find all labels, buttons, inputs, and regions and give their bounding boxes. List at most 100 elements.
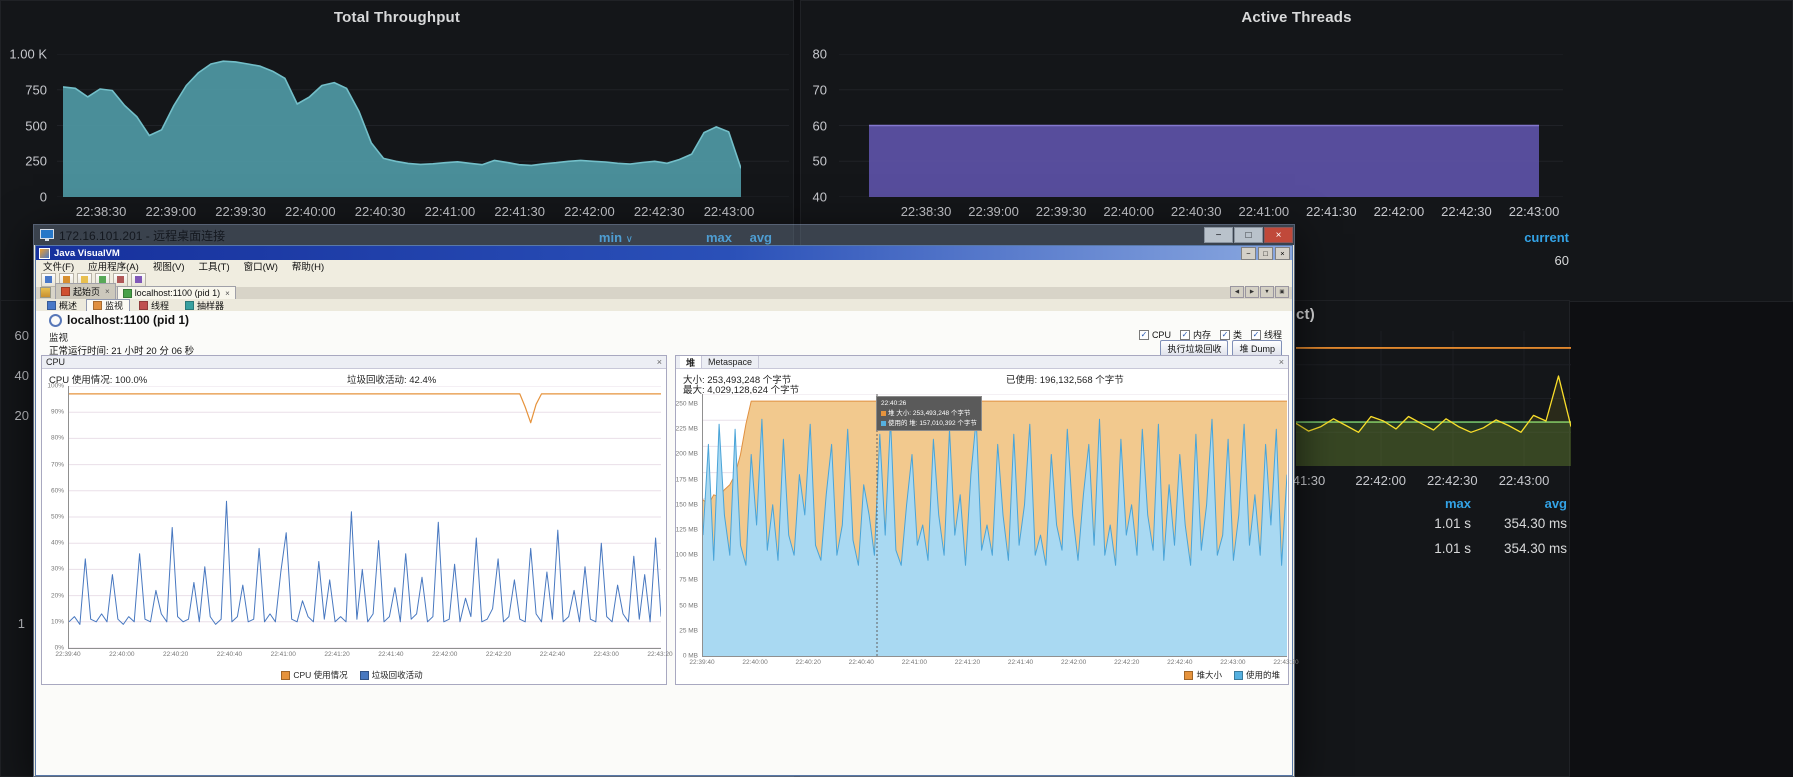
y-tick-label: 70 <box>813 82 827 97</box>
maximize-button[interactable]: □ <box>1258 247 1273 260</box>
panel-title[interactable]: Total Throughput <box>1 9 793 26</box>
heap-area-chart[interactable] <box>702 394 1287 657</box>
metric-checkbox[interactable]: ✓CPU <box>1139 330 1171 340</box>
rdp-window[interactable]: 172.16.101.201 - 远程桌面连接 − □ × Java Visua… <box>33 224 1295 777</box>
legend-swatch-icon <box>881 421 886 426</box>
y-tick-label: 80 <box>813 47 827 62</box>
legend-swatch-icon <box>881 411 886 416</box>
legend-swatch-icon <box>360 671 369 680</box>
legend-max-header[interactable]: max <box>1396 496 1471 511</box>
tab-icon <box>61 287 70 296</box>
cpu-line-chart[interactable] <box>68 386 661 649</box>
close-icon[interactable]: × <box>1279 357 1284 367</box>
close-button[interactable]: × <box>1264 227 1293 243</box>
application-icon <box>49 314 62 327</box>
legend-item: CPU 使用情况 <box>281 669 347 681</box>
y-tick-label: 175 MB <box>676 476 698 483</box>
x-tick-label: 22:43:00 <box>1220 659 1245 666</box>
y-tick-label: 30% <box>51 566 64 573</box>
tab-close-icon[interactable]: × <box>105 287 110 296</box>
minimize-button[interactable]: − <box>1204 227 1233 243</box>
menu-item[interactable]: 应用程序(A) <box>81 259 146 273</box>
y-tick-label: 70% <box>51 461 64 468</box>
rdp-titlebar[interactable]: 172.16.101.201 - 远程桌面连接 − □ × <box>34 225 1294 245</box>
tooltip-size-row: 堆 大小: 253,493,248 个字节 <box>881 409 977 419</box>
legend-current-header[interactable]: current <box>1491 230 1569 245</box>
legend-item: 使用的堆 <box>1234 669 1280 681</box>
throughput-area-chart[interactable] <box>63 54 741 197</box>
heap-panel-tab[interactable]: Metaspace <box>702 356 759 368</box>
legend-item: 垃圾回收活动 <box>360 669 423 681</box>
menu-item[interactable]: 视图(V) <box>146 259 192 273</box>
menu-item[interactable]: 帮助(H) <box>285 259 331 273</box>
menu-item[interactable]: 文件(F) <box>36 259 81 273</box>
document-tab[interactable]: 起始页× <box>55 283 116 299</box>
rdp-window-title: 172.16.101.201 - 远程桌面连接 <box>59 227 1204 244</box>
legend-item: 堆大小 <box>1184 669 1222 681</box>
subtab[interactable]: 监视 <box>86 299 130 312</box>
x-tick-label: 22:43:00 <box>1499 473 1550 488</box>
heap-chart-panel: 堆Metaspace × 大小: 253,493,248 个字节 最大: 4,0… <box>675 355 1289 685</box>
subtab[interactable]: 线程 <box>132 299 176 312</box>
minimize-button[interactable]: − <box>1241 247 1256 260</box>
x-axis: 22:38:3022:39:0022:39:3022:40:0022:40:30… <box>926 204 1534 220</box>
tab-close-icon[interactable]: × <box>225 289 230 298</box>
x-tick-label: 22:39:30 <box>215 204 266 219</box>
tooltip-used-row: 使用的 堆: 157,010,392 个字节 <box>881 419 977 429</box>
latency-line-chart[interactable] <box>1296 331 1571 466</box>
menu-item[interactable]: 工具(T) <box>191 259 236 273</box>
visualvm-icon <box>39 248 50 259</box>
scroll-right-icon[interactable]: ▶ <box>1245 286 1259 298</box>
panel-title[interactable]: Active Threads <box>801 9 1792 26</box>
heap-panel-tab[interactable]: 堆 <box>680 356 702 368</box>
maximize-button[interactable]: □ <box>1234 227 1263 243</box>
checkbox-icon: ✓ <box>1180 330 1190 340</box>
documents-icon <box>40 287 51 298</box>
export-icon <box>99 276 106 283</box>
x-tick-label: 22:41:20 <box>955 659 980 666</box>
document-tab[interactable]: localhost:1100 (pid 1)× <box>117 286 236 299</box>
subtab[interactable]: 概述 <box>40 299 84 312</box>
scroll-left-icon[interactable]: ◀ <box>1230 286 1244 298</box>
panel-title-fragment[interactable]: ct) <box>1296 306 1326 323</box>
close-button[interactable]: × <box>1275 247 1290 260</box>
maximize-view-icon[interactable]: ▣ <box>1275 286 1289 298</box>
application-name: localhost:1100 (pid 1) <box>67 313 189 327</box>
menu-item[interactable]: 窗口(W) <box>237 259 285 273</box>
legend-swatch-icon <box>1234 671 1243 680</box>
subtab-icon <box>185 301 194 310</box>
monitor-page: localhost:1100 (pid 1) 监视 ✓CPU✓内存✓类✓线程 正… <box>36 311 1292 775</box>
subtab-label: 监视 <box>105 299 123 312</box>
tabs: 起始页×localhost:1100 (pid 1)× <box>55 283 237 299</box>
tab-bar: 起始页×localhost:1100 (pid 1)× ◀▶▼▣ <box>36 287 1292 299</box>
gc-activity-stat: 垃圾回收活动: 42.4% <box>347 372 436 386</box>
tab-nav-buttons: ◀▶▼▣ <box>1230 286 1289 298</box>
x-tick-label: 22:42:30 <box>634 204 685 219</box>
x-tick-label: 22:42:20 <box>1114 659 1139 666</box>
y-axis: 1.00 K7505002500 <box>1 54 51 197</box>
threads-area-chart[interactable] <box>869 54 1539 197</box>
legend-avg-header[interactable]: avg <box>1491 496 1567 511</box>
close-icon[interactable]: × <box>657 357 662 367</box>
x-tick-label: 22:39:40 <box>55 651 80 658</box>
visualvm-titlebar[interactable]: Java VisualVM − □ × <box>36 246 1292 260</box>
tab-dropdown-icon[interactable]: ▼ <box>1260 286 1274 298</box>
x-tick-label: 22:40:00 <box>285 204 336 219</box>
cpu-panel-header[interactable]: CPU × <box>42 356 666 369</box>
subtab-label: 线程 <box>151 299 169 312</box>
y-tick-label: 25 MB <box>679 627 698 634</box>
x-tick-label: 22:42:00 <box>1374 204 1425 219</box>
application-heading: localhost:1100 (pid 1) <box>49 313 189 327</box>
y-tick-label: 75 MB <box>679 577 698 584</box>
x-axis: 41:3022:42:0022:42:3022:43:00 <box>1309 473 1524 489</box>
x-tick-label: 22:40:00 <box>742 659 767 666</box>
legend-value: 354.30 ms <box>1491 541 1567 556</box>
cpu-legend: CPU 使用情况 垃圾回收活动 <box>202 669 502 681</box>
subtab[interactable]: 抽样器 <box>178 299 231 312</box>
y-tick-label: 50% <box>51 514 64 521</box>
x-tick-label: 22:41:00 <box>902 659 927 666</box>
cpu-chart-panel: CPU × CPU 使用情况: 100.0% 垃圾回收活动: 42.4% 100… <box>41 355 667 685</box>
x-axis: 22:38:3022:39:0022:39:3022:40:0022:40:30… <box>101 204 729 220</box>
legend-value: 1.01 s <box>1396 541 1471 556</box>
applications-window-icon[interactable] <box>41 273 56 287</box>
